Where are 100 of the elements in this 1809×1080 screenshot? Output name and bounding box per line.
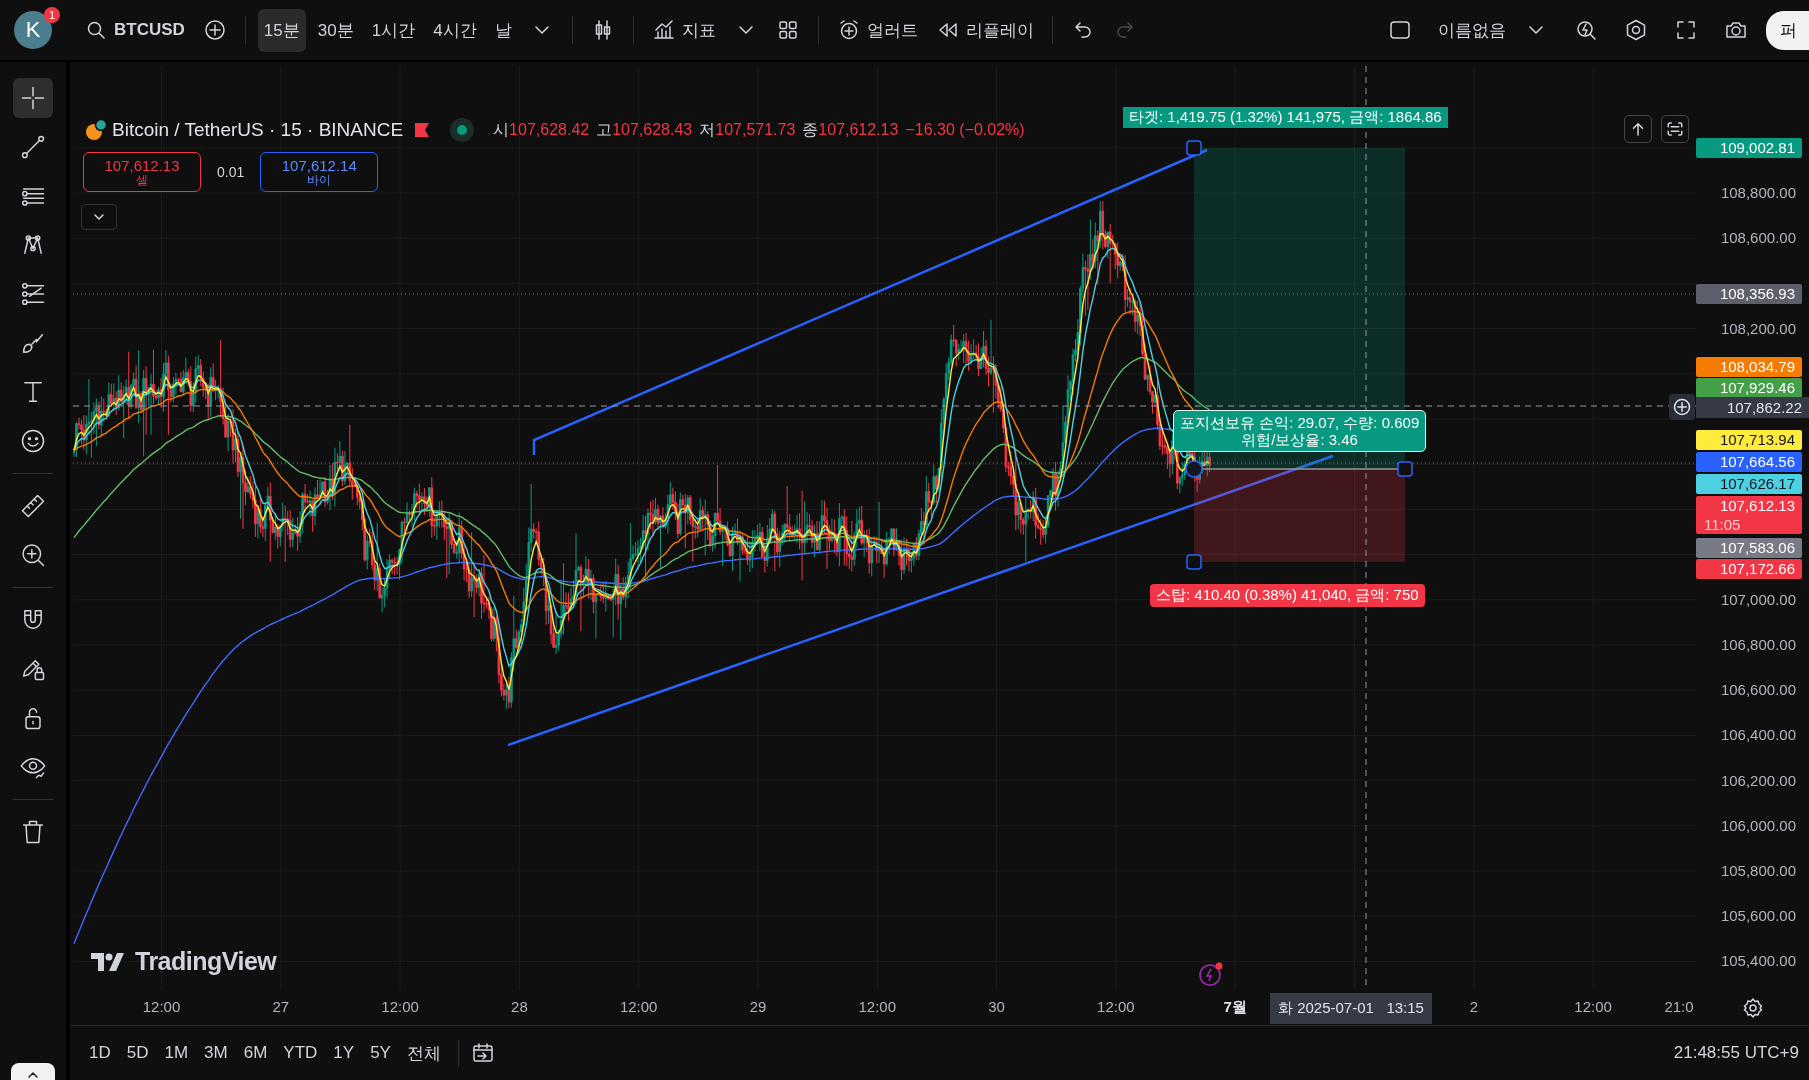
time-label: 27 [271,998,291,1015]
drag-handle[interactable] [1186,554,1202,570]
plus-icon [1672,397,1692,417]
interval-tab[interactable]: 30분 [311,12,360,48]
time-label: 29 [748,998,768,1015]
ohlc-value: 시107,628.42 [493,119,590,140]
crosshair-icon [19,84,47,112]
price-tag: 107,929.46 [1696,378,1802,398]
drag-handle[interactable] [1185,460,1203,478]
replay-button[interactable]: 리플레이 [929,12,1040,48]
scroll-up-button[interactable] [1624,115,1652,143]
buy-button[interactable]: 107,612.14 바이 [260,152,379,192]
settings-icon [1624,18,1648,42]
range-button[interactable]: 3M [197,1037,235,1069]
price-tick-label: 106,400.00 [1719,726,1796,745]
calendar-icon [470,1041,495,1065]
time-label: 12:00 [380,998,420,1015]
ohlc-value: 종107,612.13 [802,119,899,140]
drag-handle[interactable] [1397,461,1413,477]
time-label: 12:00 [1573,998,1613,1015]
clock-text: 21:48:55 UTC+9 [1673,1043,1799,1063]
market-status-icon [449,117,476,143]
price-tag: 107,664.56 [1696,452,1802,472]
ohlc-value: 고107,628.43 [596,119,693,140]
range-button[interactable]: 5Y [363,1037,398,1069]
interval-tab[interactable]: 4시간 [427,12,483,48]
price-tag: 107,172.66 [1696,559,1802,579]
range-button[interactable]: 1Y [326,1037,362,1069]
notification-badge: 1 [44,7,60,23]
ohlc-value: 저107,571.73 [699,119,796,140]
time-label: 2 [1468,998,1479,1015]
time-label: 30 [987,998,1006,1015]
interval-tab[interactable]: 1시간 [365,12,422,48]
chart-icon [651,18,676,42]
fullscreen-icon [1674,18,1698,42]
indicators-button[interactable]: 지표 [645,12,722,48]
price-tag: 109,002.81 [1696,138,1802,158]
time-label: 12:00 [1096,998,1136,1015]
crosshair-time-label: 화 2025-07-01 13:15 [1270,993,1432,1024]
crosshair-price-label: 107,862.22 [1696,397,1809,418]
collapse-legend-button[interactable] [81,204,117,230]
range-button[interactable]: 1D [82,1037,118,1069]
time-label: 21:0 [1663,998,1695,1015]
time-label: 7월 [1222,998,1248,1017]
symbol-search-button[interactable]: BTCUSD [78,12,191,48]
profit-loss-text: 포지션보유 손익: 29.07, 수량: 0.609 [1180,414,1420,431]
price-tick-label: 107,000.00 [1719,590,1796,609]
range-button[interactable]: 5D [119,1037,156,1069]
price-change: −16.30 (−0.02%) [905,121,1025,139]
price-tag: 108,356.93 [1696,284,1802,304]
price-tag: 107,713.94 [1696,430,1802,450]
sell-button[interactable]: 107,612.13 셀 [83,152,201,192]
price-tag: 107,626.17 [1696,474,1802,494]
price-tag: 107,583.06 [1696,538,1802,558]
zoom-in-icon [19,541,47,569]
publish-button[interactable]: 퍼 [1766,10,1809,50]
time-label: 12:00 [141,998,182,1015]
spread-value: 0.01 [216,164,246,180]
lightning-search-icon [1574,18,1598,42]
coin-icon [84,118,108,142]
price-tick-label: 106,200.00 [1719,771,1796,790]
risk-reward-text: 위험/보상율: 3.46 [1241,431,1358,448]
drawing-tool-button[interactable] [13,78,53,118]
time-label: 12:00 [857,998,898,1015]
price-tick-label: 108,200.00 [1719,319,1796,338]
range-button[interactable]: YTD [276,1037,325,1069]
price-tick-label: 106,800.00 [1719,636,1796,654]
range-button[interactable]: 전체 [399,1035,448,1071]
forecast-lines-icon [19,280,47,308]
drag-handle[interactable] [1186,140,1202,156]
stop-label: 스탑: 410.40 (0.38%) 41,040, 금액: 750 [1150,584,1425,607]
range-button[interactable]: 1M [157,1037,196,1069]
price-tick-label: 106,600.00 [1719,681,1796,700]
position-info-box[interactable]: 포지션보유 손익: 29.07, 수량: 0.609 위험/보상율: 3.46 [1173,410,1427,452]
ruler-icon [19,492,47,520]
brand-name: TradingView [135,947,277,976]
price-tick-label: 105,800.00 [1719,862,1796,880]
interval-tab[interactable]: 날 [488,12,518,48]
layout-name-button[interactable]: 이름없음 [1432,12,1512,48]
time-label: 12:00 [618,998,659,1015]
interval-tab[interactable]: 15분 [257,8,306,52]
lightning-icon[interactable] [1197,960,1225,988]
symbol-title: Bitcoin / TetherUS · 15 · BINANCE [112,119,404,141]
price-tick-label: 108,800.00 [1719,184,1796,202]
price-tick-label: 105,600.00 [1719,907,1796,926]
flag-icon[interactable] [413,121,432,139]
alert-button[interactable]: 얼러트 [830,12,924,48]
plus-icon [202,18,227,42]
price-tag: 108,034.79 [1696,357,1802,377]
frame-icon [1666,120,1684,138]
square-icon [1388,18,1412,42]
smiley-icon [19,427,47,455]
price-tag: 107,612.13 11:05 [1696,496,1802,534]
target-label: 타겟: 1,419.75 (1.32%) 141,975, 금액: 1864.86 [1123,107,1448,128]
reset-view-button[interactable] [1661,115,1689,143]
range-button[interactable]: 6M [236,1037,275,1069]
price-tick-label: 105,400.00 [1719,952,1796,971]
add-alert-button[interactable] [1669,394,1695,420]
trend-line-icon [19,133,47,161]
price-tick-label: 108,600.00 [1719,229,1796,248]
